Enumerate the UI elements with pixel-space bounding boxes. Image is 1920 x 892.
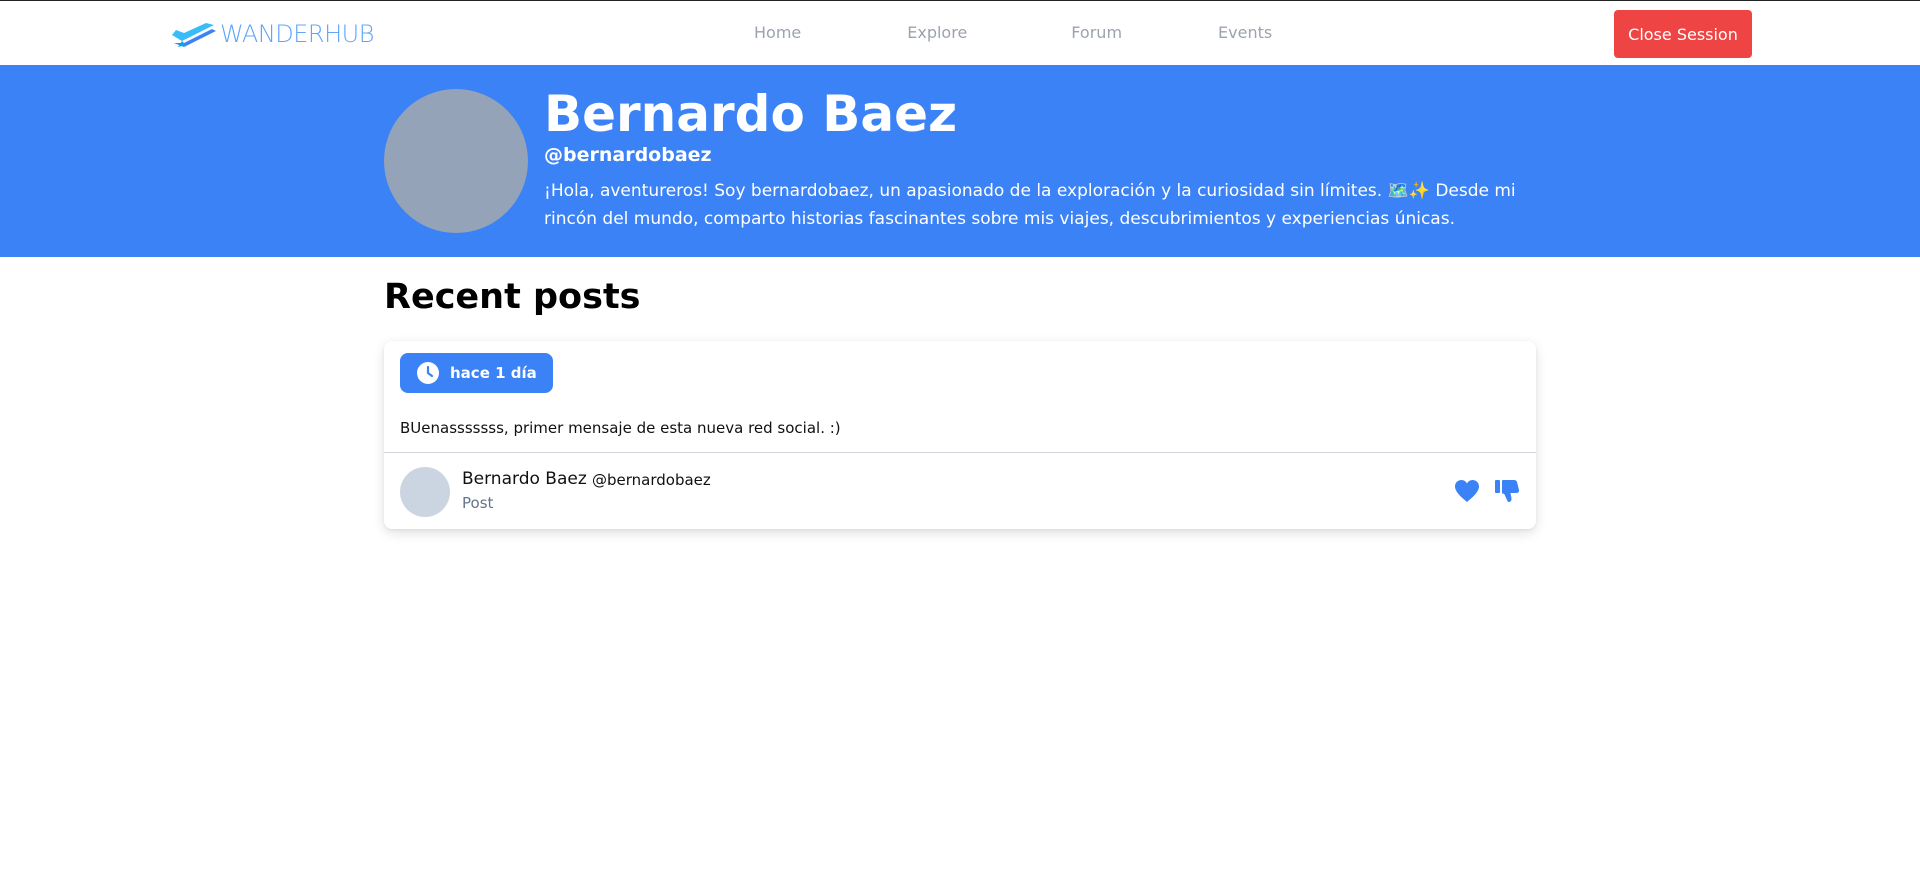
post-type: Post xyxy=(462,494,494,512)
post-card: hace 1 día BUenasssssss, primer mensaje … xyxy=(384,341,1536,529)
author-handle[interactable]: @bernardobaez xyxy=(592,471,711,489)
nav-links: Home Explore Forum Events xyxy=(754,23,1272,42)
nav-link-events[interactable]: Events xyxy=(1218,23,1272,42)
post-time-badge: hace 1 día xyxy=(400,353,553,393)
post-time-label: hace 1 día xyxy=(450,364,537,382)
post-divider xyxy=(384,452,1536,453)
close-session-button[interactable]: Close Session xyxy=(1614,10,1752,58)
plane-logo-icon xyxy=(172,23,216,47)
heart-icon[interactable] xyxy=(1454,479,1480,503)
author-name[interactable]: Bernardo Baez xyxy=(462,469,587,489)
brand-logo[interactable]: WANDERHUB xyxy=(168,19,374,49)
nav-link-home[interactable]: Home xyxy=(754,23,801,42)
brand-name: WANDERHUB xyxy=(220,20,374,48)
profile-handle: @bernardobaez xyxy=(544,144,712,166)
author-avatar[interactable] xyxy=(400,467,450,517)
profile-avatar xyxy=(384,89,528,233)
post-text: BUenasssssss, primer mensaje de esta nue… xyxy=(400,419,841,437)
clock-icon xyxy=(417,362,439,384)
recent-posts-title: Recent posts xyxy=(384,277,641,317)
profile-header: Bernardo Baez @bernardobaez ¡Hola, avent… xyxy=(0,65,1920,257)
nav-link-explore[interactable]: Explore xyxy=(907,23,967,42)
thumbs-down-icon[interactable] xyxy=(1494,478,1520,504)
nav-link-forum[interactable]: Forum xyxy=(1071,23,1122,42)
navbar: WANDERHUB Home Explore Forum Events Clos… xyxy=(0,1,1920,65)
profile-name: Bernardo Baez xyxy=(544,85,958,143)
profile-bio: ¡Hola, aventureros! Soy bernardobaez, un… xyxy=(544,181,1516,229)
